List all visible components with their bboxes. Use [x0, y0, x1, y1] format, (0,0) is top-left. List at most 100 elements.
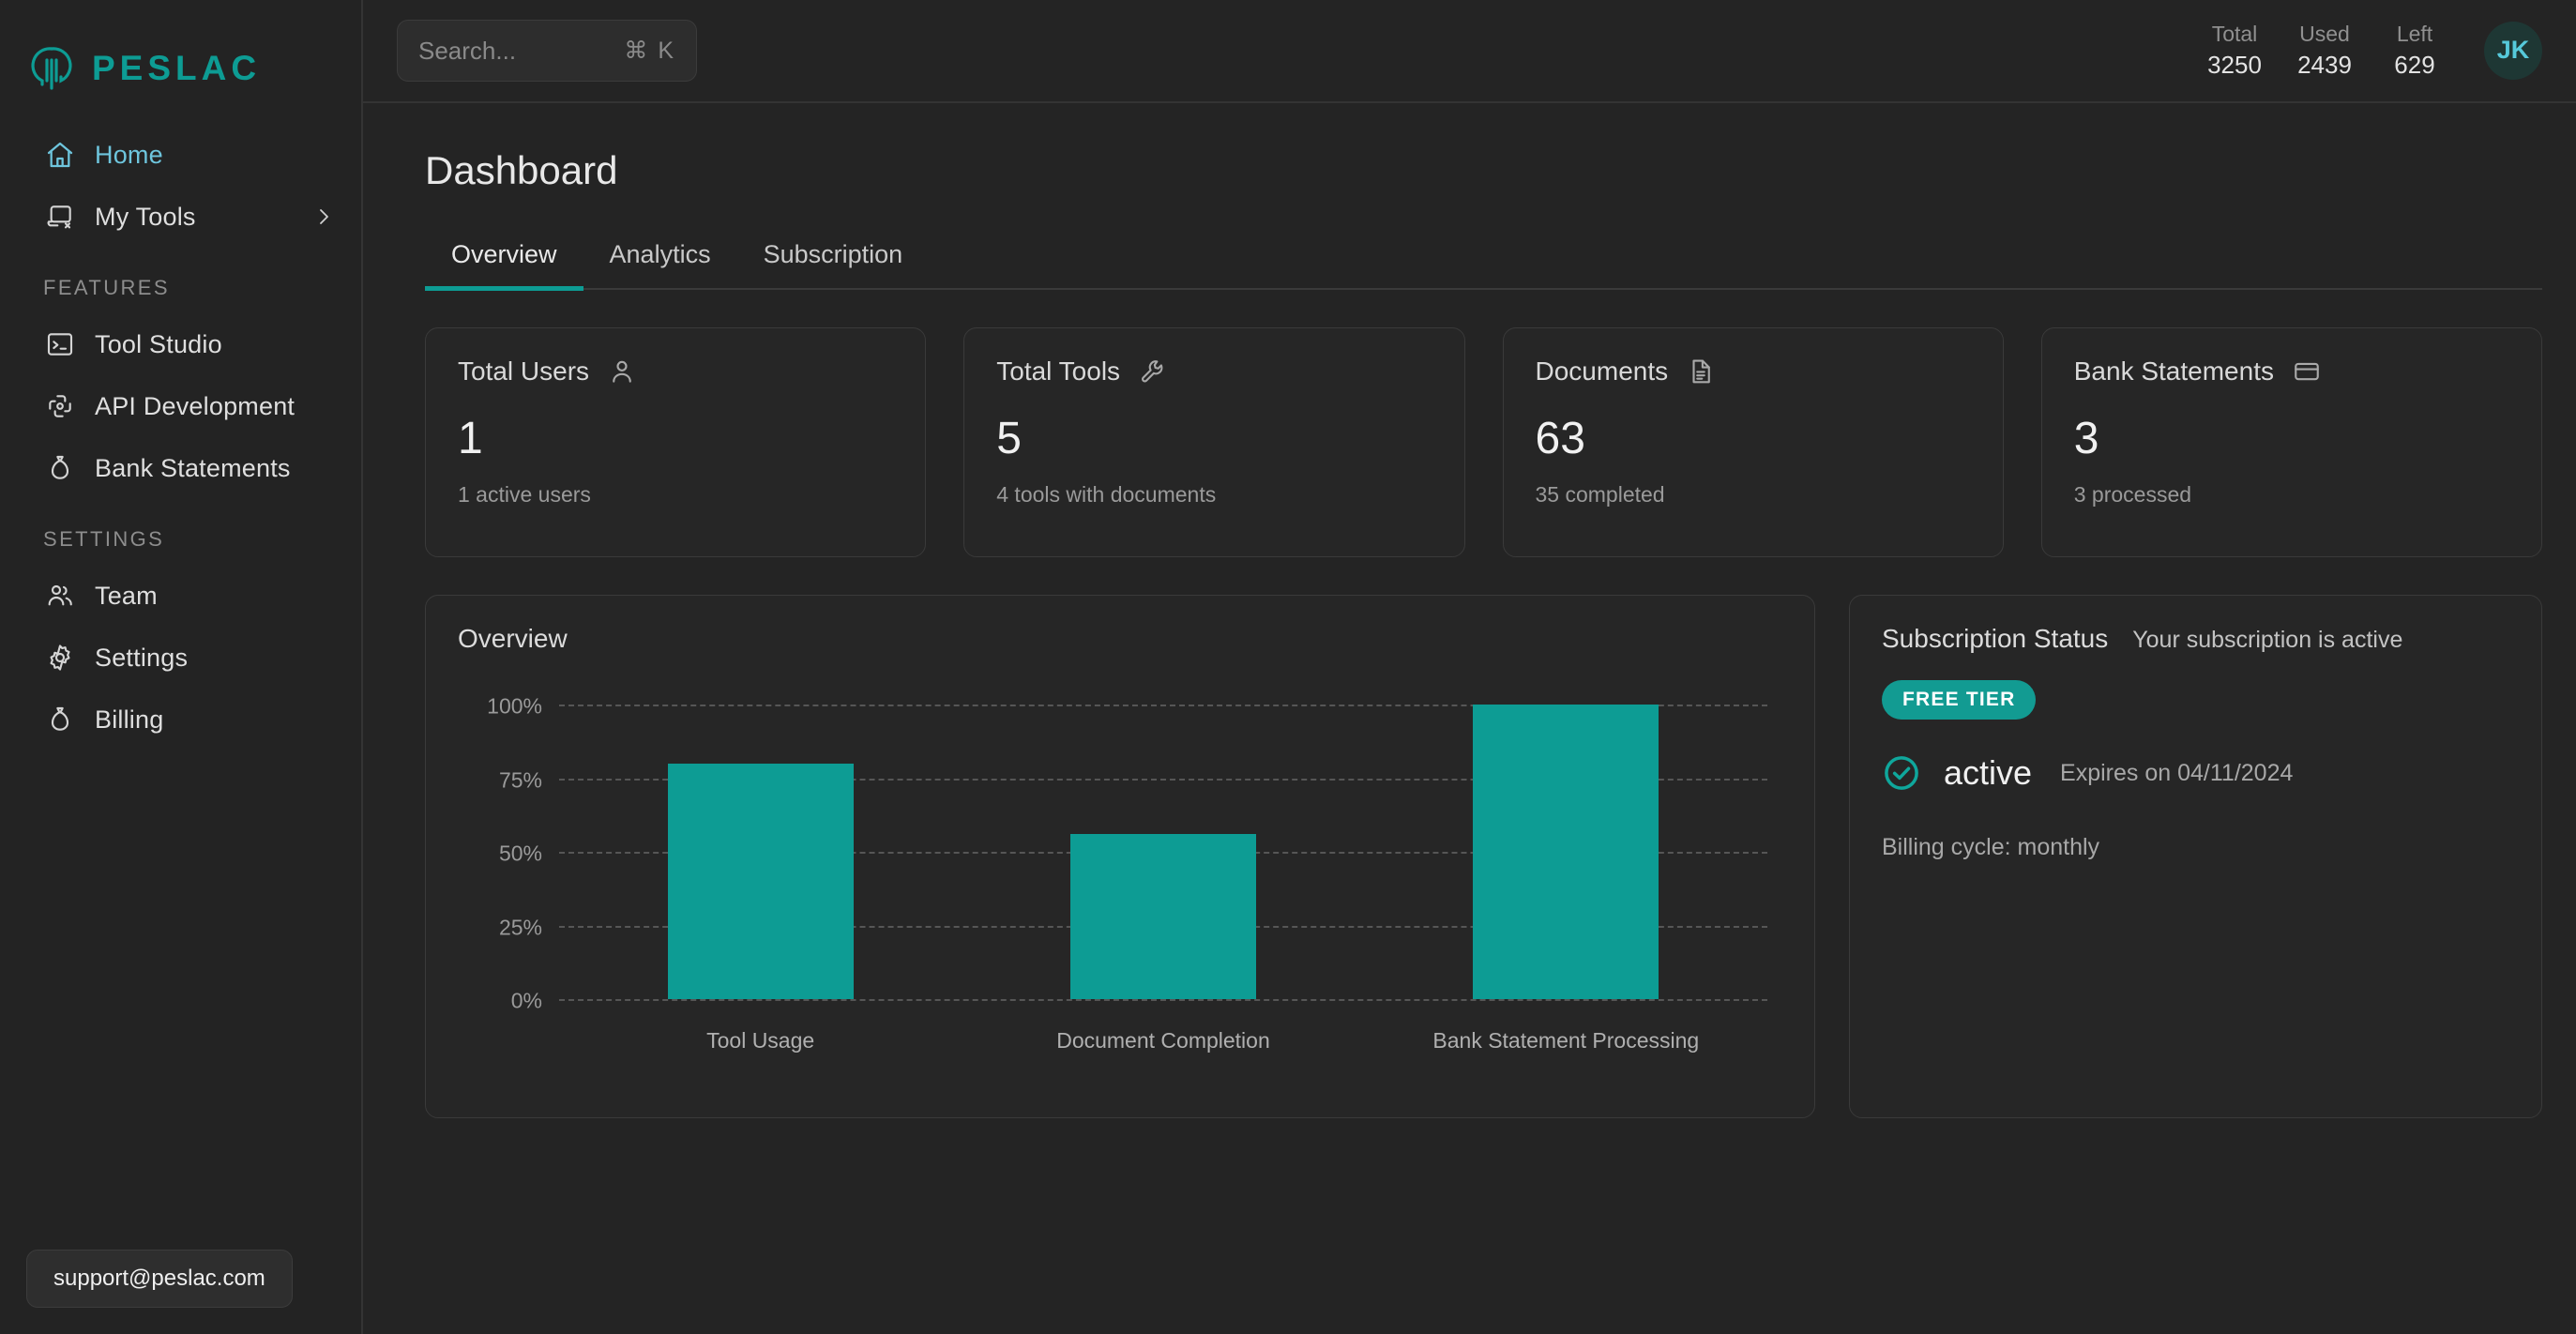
- y-axis-tick-label: 75%: [498, 767, 542, 792]
- support-wrapper: support@peslac.com: [26, 1250, 293, 1308]
- page-title: Dashboard: [425, 148, 618, 192]
- subscription-status-row: active Expires on 04/11/2024: [1882, 753, 2509, 793]
- support-email-button[interactable]: support@peslac.com: [26, 1250, 293, 1308]
- tab-overview[interactable]: Overview: [425, 240, 583, 291]
- stat-card-subtext: 1 active users: [458, 482, 591, 507]
- search-input[interactable]: Search... ⌘ K: [397, 20, 697, 82]
- stat-card-subtext: 3 processed: [2073, 482, 2192, 507]
- sidebar-item-label: Team: [95, 581, 158, 610]
- sidebar-nav: Home My Tools FEATURES Tool Studio API D…: [0, 103, 361, 750]
- y-axis-tick-label: 25%: [498, 915, 542, 939]
- stat-card-title: Bank Statements: [2073, 356, 2274, 386]
- brand[interactable]: PESLAC: [0, 0, 361, 103]
- sidebar-item-billing[interactable]: Billing: [0, 689, 361, 750]
- usage-stats: Total 3250 Used 2439 Left 629: [2190, 20, 2460, 82]
- topbar: Search... ⌘ K Total 3250 Used 2439 Left …: [363, 0, 2576, 103]
- subscription-description: Your subscription is active: [2132, 627, 2403, 653]
- sidebar-item-settings[interactable]: Settings: [0, 627, 361, 689]
- sidebar-item-label: Billing: [95, 705, 164, 734]
- api-nodes-icon: [49, 395, 71, 417]
- bar-slot: [559, 705, 962, 999]
- sidebar-item-tool-studio[interactable]: Tool Studio: [0, 313, 361, 375]
- subscription-status-value: active: [1944, 753, 2033, 792]
- y-axis-tick-label: 0%: [510, 988, 542, 1013]
- stat-card-header: Total Users: [458, 356, 893, 387]
- sidebar-item-label: Home: [95, 140, 163, 169]
- billing-cycle-text: Billing cycle: monthly: [1882, 834, 2100, 860]
- sidebar-item-api-development[interactable]: API Development: [0, 375, 361, 437]
- stat-card-total-tools: Total Tools 5 4 tools with documents: [963, 327, 1465, 557]
- tool-window-icon: [47, 205, 71, 229]
- gridline: 0%: [511, 989, 1767, 1013]
- usage-left: Left 629: [2370, 20, 2460, 82]
- subscription-header: Subscription Status Your subscription is…: [1882, 624, 2509, 654]
- terminal-icon: [47, 333, 73, 356]
- usage-total: Total 3250: [2190, 20, 2280, 82]
- sidebar-item-label: Tool Studio: [95, 329, 222, 358]
- usage-label: Used: [2299, 21, 2350, 46]
- stat-card-title: Total Users: [458, 356, 590, 386]
- bar-tool-usage[interactable]: [667, 763, 854, 999]
- stat-card-title: Total Tools: [996, 356, 1121, 386]
- sidebar-section-heading-settings: SETTINGS: [43, 527, 165, 551]
- usage-value: 2439: [2297, 50, 2352, 79]
- app-root: PESLAC Home My Tools FEATURES Tool Studi…: [0, 0, 2576, 1334]
- tab-subscription[interactable]: Subscription: [737, 240, 930, 291]
- stat-card-value: 3: [2073, 414, 2099, 463]
- stat-card-header: Total Tools: [996, 356, 1432, 387]
- lower-row: Overview 100% 75% 50% 25% 0% Tool Usage …: [425, 595, 2542, 1118]
- sidebar: PESLAC Home My Tools FEATURES Tool Studi…: [0, 0, 363, 1334]
- tab-analytics[interactable]: Analytics: [583, 240, 737, 291]
- money-bag-icon: [51, 706, 69, 731]
- usage-value: 3250: [2207, 50, 2262, 79]
- stat-card-value: 63: [1535, 414, 1585, 463]
- bar-slot: [1365, 705, 1767, 999]
- main-region: Search... ⌘ K Total 3250 Used 2439 Left …: [363, 0, 2576, 1334]
- usage-label: Left: [2396, 21, 2433, 46]
- sidebar-item-home[interactable]: Home: [0, 124, 361, 186]
- bar-chart: 100% 75% 50% 25% 0% Tool Usage Document …: [458, 678, 1782, 1054]
- content-inner: Dashboard Overview Analytics Subscriptio…: [363, 148, 2576, 1118]
- check-circle-icon: [1885, 756, 1918, 790]
- x-axis-tick-label: Document Completion: [1056, 1028, 1270, 1053]
- subscription-status-panel: Subscription Status Your subscription is…: [1849, 595, 2542, 1118]
- x-axis-labels: Tool Usage Document Completion Bank Stat…: [559, 1028, 1767, 1054]
- stat-card-header: Documents: [1536, 356, 1971, 387]
- document-icon: [1692, 359, 1710, 384]
- sidebar-item-label: API Development: [95, 391, 295, 420]
- search-placeholder: Search...: [418, 36, 517, 65]
- usage-value: 629: [2394, 50, 2435, 79]
- stat-card-documents: Documents 63 35 completed: [1502, 327, 2004, 557]
- sidebar-item-label: My Tools: [95, 202, 196, 231]
- sidebar-item-team[interactable]: Team: [0, 565, 361, 627]
- overview-chart-panel: Overview 100% 75% 50% 25% 0% Tool Usage …: [425, 595, 1815, 1118]
- user-icon: [613, 360, 631, 383]
- stat-card-subtext: 35 completed: [1535, 482, 1665, 507]
- status-badge: FREE TIER: [1882, 680, 2037, 720]
- bar-slot: [962, 705, 1364, 999]
- stat-card-value: 5: [996, 414, 1022, 463]
- stat-card-total-users: Total Users 1 1 active users: [425, 327, 927, 557]
- chart-bars: [559, 705, 1767, 999]
- chart-plot-area: 100% 75% 50% 25% 0%: [487, 694, 1767, 1013]
- y-axis-tick-label: 50%: [498, 841, 542, 866]
- avatar[interactable]: JK: [2484, 21, 2542, 80]
- sidebar-item-my-tools[interactable]: My Tools: [0, 186, 361, 248]
- stat-card-title: Documents: [1535, 356, 1669, 386]
- brand-name: PESLAC: [92, 49, 262, 87]
- x-axis-tick-label: Bank Statement Processing: [1432, 1028, 1700, 1053]
- bar-bank-statement-processing[interactable]: [1473, 705, 1659, 999]
- x-axis-tick-label: Tool Usage: [706, 1028, 815, 1053]
- sidebar-item-label: Bank Statements: [95, 453, 291, 482]
- stat-cards-row: Total Users 1 1 active users Total Tools: [425, 327, 2542, 557]
- money-bag-icon: [51, 455, 69, 479]
- peslac-tree-logo-icon: [31, 47, 72, 90]
- sidebar-item-label: Settings: [95, 643, 189, 672]
- chart-title: Overview: [458, 624, 568, 653]
- bar-document-completion[interactable]: [1069, 834, 1256, 999]
- sidebar-item-bank-statements[interactable]: Bank Statements: [0, 437, 361, 499]
- tab-bar: Overview Analytics Subscription: [425, 240, 2542, 291]
- usage-used: Used 2439: [2280, 20, 2370, 82]
- home-icon: [47, 142, 73, 168]
- wrench-icon: [1142, 360, 1163, 383]
